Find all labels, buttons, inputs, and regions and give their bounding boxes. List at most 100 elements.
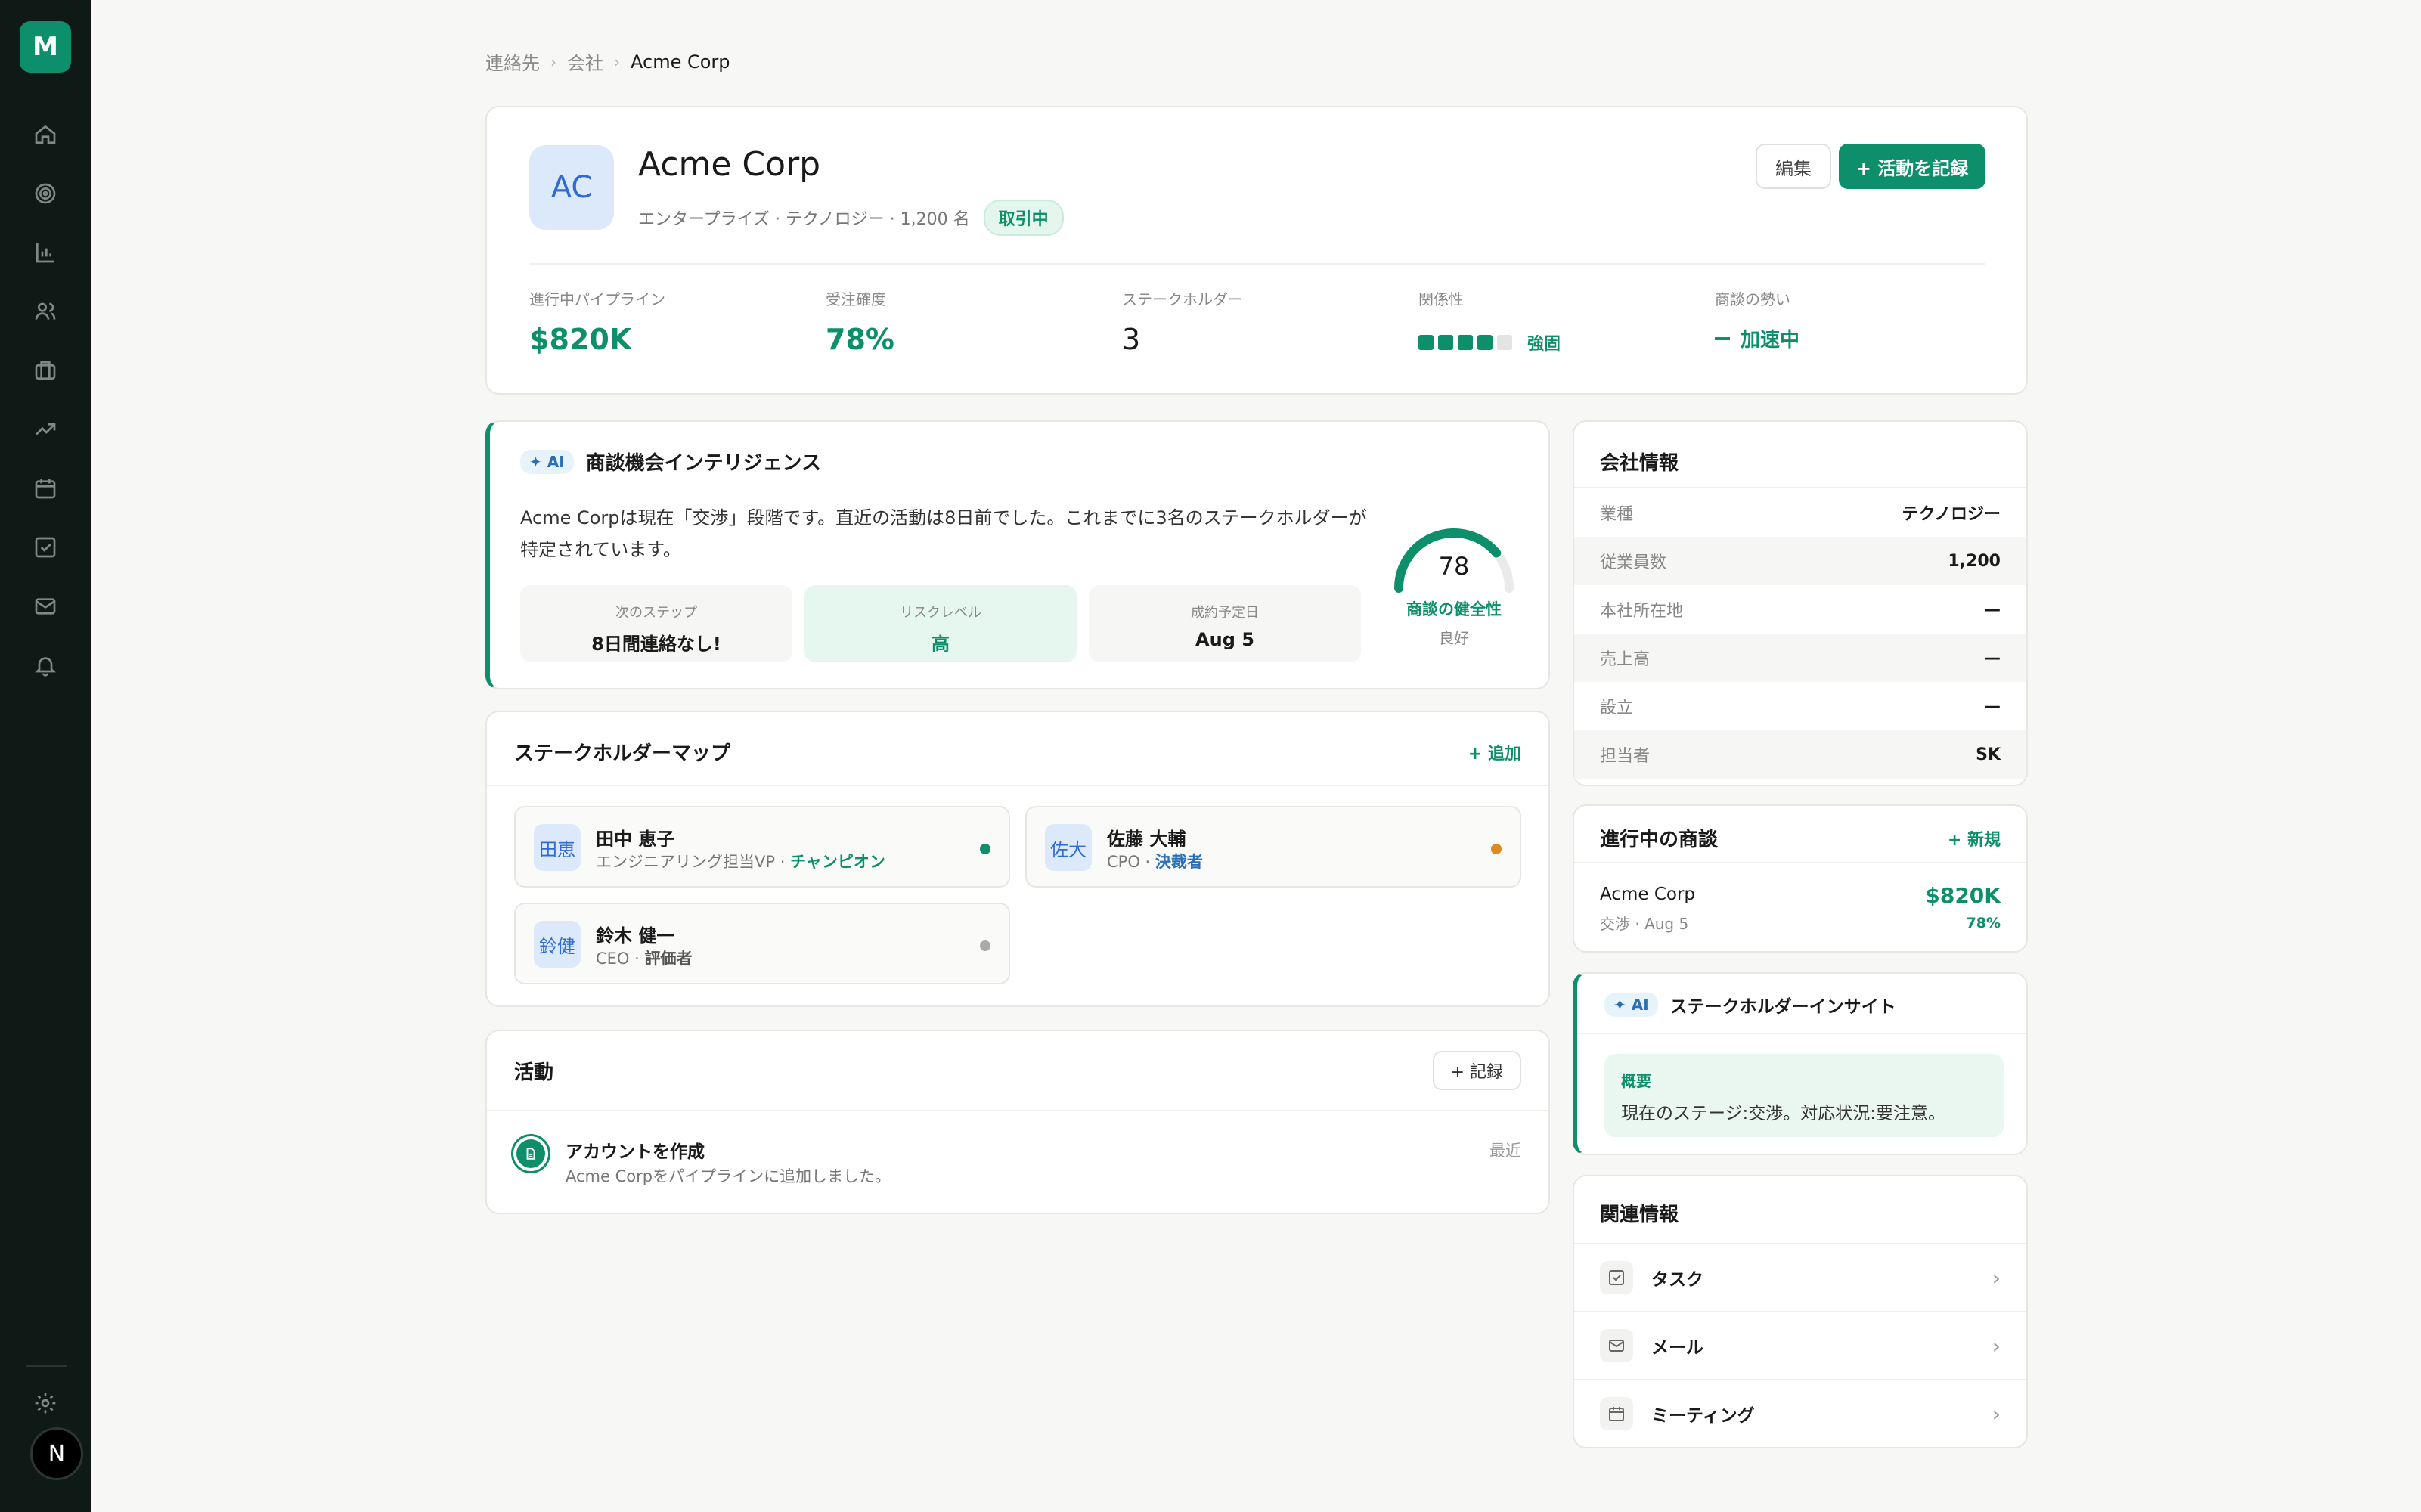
- insight-title-row: ✦ AI ステークホルダーインサイト: [1604, 992, 1896, 1018]
- active-deals-card: 進行中の商談 + 新規 Acme Corp 交渉 · Aug 5 $820K 7…: [1573, 804, 2028, 953]
- role-title: エンジニアリング担当VP ·: [596, 853, 791, 871]
- stat-label: 受注確度: [826, 290, 886, 308]
- company-meta-text: エンタープライズ · テクノロジー · 1,200 名: [638, 210, 970, 229]
- box-value: 高: [932, 634, 950, 655]
- stat-value: 78%: [826, 323, 894, 356]
- chevron-right-icon: ›: [550, 52, 556, 71]
- info-value: —: [1984, 600, 2001, 619]
- breadcrumb: 連絡先 › 会社 › Acme Corp: [485, 48, 730, 75]
- user-avatar[interactable]: N: [30, 1427, 83, 1480]
- app-logo[interactable]: M: [20, 21, 71, 73]
- role-title: CPO ·: [1107, 853, 1155, 871]
- chevron-right-icon: ›: [1992, 1333, 2001, 1359]
- company-name: Acme Corp: [638, 145, 821, 184]
- divider: [487, 785, 1548, 786]
- gear-icon[interactable]: [30, 1388, 60, 1418]
- mail-icon[interactable]: [30, 591, 60, 621]
- stakeholder-name: 佐藤 大輔: [1107, 829, 1186, 850]
- company-info-card: 会社情報 業種 テクノロジー 従業員数 1,200 本社所在地 — 売上高 — 設立 — …: [1573, 420, 2028, 786]
- stat-label: 進行中パイプライン: [529, 290, 665, 308]
- box-label: 次のステップ: [615, 605, 697, 621]
- home-icon[interactable]: [30, 119, 60, 150]
- relationship-square: [1418, 335, 1434, 350]
- info-key: 業種: [1600, 505, 1634, 524]
- card-title: ステークホルダーインサイト: [1669, 997, 1896, 1017]
- breadcrumb-companies[interactable]: 会社: [567, 48, 603, 75]
- stakeholder-card[interactable]: 田恵 田中 恵子 エンジニアリング担当VP · チャンピオン: [514, 806, 1010, 888]
- ai-summary: Acme Corpは現在「交渉」段階です。直近の活動は8日前でした。これまでに3…: [520, 507, 1367, 560]
- trend-icon[interactable]: [30, 414, 60, 445]
- insight-summary-box: 概要 現在のステージ:交渉。対応状況:要注意。: [1604, 1054, 2004, 1137]
- relationship-square: [1438, 335, 1453, 350]
- card-header: 進行中の商談 + 新規: [1600, 824, 2001, 852]
- edit-button[interactable]: 編集: [1756, 144, 1831, 189]
- header-divider: [529, 263, 1985, 265]
- stat-value: 3: [1122, 323, 1141, 356]
- info-value: SK: [1976, 745, 2001, 764]
- info-row: 従業員数 1,200: [1574, 537, 2026, 585]
- status-dot: [1491, 844, 1502, 854]
- mail-icon: [1600, 1329, 1633, 1362]
- stat-label: 商談の勢い: [1715, 290, 1790, 308]
- status-badge: 取引中: [983, 200, 1064, 236]
- related-meetings[interactable]: ミーティング ›: [1574, 1379, 2026, 1447]
- relationship-meter: 強固: [1418, 330, 1561, 355]
- info-value: 1,200: [1948, 551, 2001, 571]
- target-icon[interactable]: [30, 178, 60, 209]
- log-activity-button[interactable]: + 活動を記録: [1839, 144, 1985, 189]
- stat-label: 関係性: [1418, 290, 1464, 308]
- company-header-card: AC Acme Corp エンタープライズ · テクノロジー · 1,200 名…: [485, 106, 2028, 395]
- box-value: Aug 5: [1195, 629, 1254, 650]
- stakeholder-card[interactable]: 佐大 佐藤 大輔 CPO · 決裁者: [1025, 806, 1521, 888]
- stakeholder-role: CPO · 決裁者: [1107, 850, 1203, 872]
- related-tasks[interactable]: タスク ›: [1574, 1243, 2026, 1311]
- chevron-right-icon: ›: [1992, 1265, 2001, 1290]
- info-row: 売上高 —: [1574, 634, 2026, 682]
- stakeholder-insight-card: ✦ AI ステークホルダーインサイト 概要 現在のステージ:交渉。対応状況:要注…: [1573, 972, 2028, 1155]
- deal-stage: 交渉 · Aug 5: [1600, 915, 1689, 933]
- briefcase-icon[interactable]: [30, 355, 60, 386]
- stakeholder-card[interactable]: 鈴健 鈴木 健一 CEO · 評価者: [514, 903, 1010, 984]
- health-status: 良好: [1439, 629, 1469, 647]
- new-deal-button[interactable]: + 新規: [1948, 826, 2001, 850]
- health-score: 78: [1438, 552, 1470, 581]
- relationship-square: [1458, 335, 1473, 350]
- bell-icon[interactable]: [30, 650, 60, 680]
- status-dot: [980, 940, 990, 951]
- breadcrumb-contacts[interactable]: 連絡先: [485, 48, 540, 75]
- add-stakeholder-button[interactable]: + 追加: [1468, 740, 1521, 764]
- card-title: 活動: [514, 1061, 554, 1084]
- divider: [487, 1110, 1548, 1111]
- box-value: 8日間連絡なし!: [591, 634, 721, 655]
- card-header: 活動 + 記録: [514, 1051, 1521, 1090]
- relationship-square: [1497, 335, 1512, 350]
- activity-card: 活動 + 記録 アカウントを作成 Acme Corpをパイプラインに追加しました…: [485, 1030, 1550, 1214]
- calendar-icon[interactable]: [30, 473, 60, 503]
- avatar: 田恵: [534, 824, 581, 871]
- stat-pipeline: 進行中パイプライン $820K: [529, 287, 665, 356]
- info-key: 本社所在地: [1600, 602, 1684, 621]
- company-avatar: AC: [529, 145, 614, 230]
- avatar: 佐大: [1045, 824, 1092, 871]
- stat-probability: 受注確度 78%: [826, 287, 894, 356]
- stakeholder-name: 田中 恵子: [596, 829, 675, 850]
- card-title: 会社情報: [1600, 452, 1679, 475]
- card-title: 進行中の商談: [1600, 829, 1719, 851]
- bar-chart-icon[interactable]: [30, 237, 60, 268]
- stakeholder-map-card: ステークホルダーマップ + 追加 田恵 田中 恵子 エンジニアリング担当VP ·…: [485, 711, 1550, 1007]
- momentum-value: 加速中: [1741, 329, 1800, 352]
- checkbox-icon[interactable]: [30, 532, 60, 562]
- close-date-box: 成約予定日 Aug 5: [1089, 585, 1361, 662]
- record-activity-button[interactable]: + 記録: [1432, 1051, 1521, 1090]
- breadcrumb-current: Acme Corp: [631, 51, 730, 73]
- deal-name[interactable]: Acme Corp: [1600, 885, 1695, 904]
- users-icon[interactable]: [30, 296, 60, 327]
- health-label: 商談の健全性: [1406, 600, 1502, 618]
- related-label: ミーティング: [1651, 1406, 1755, 1426]
- related-email[interactable]: メール ›: [1574, 1311, 2026, 1379]
- stakeholder-role: CEO · 評価者: [596, 947, 693, 969]
- divider: [1574, 862, 2026, 863]
- card-header: ステークホルダーマップ + 追加: [514, 738, 1521, 766]
- info-row: 業種 テクノロジー: [1574, 488, 2026, 537]
- info-row: 担当者 SK: [1574, 730, 2026, 779]
